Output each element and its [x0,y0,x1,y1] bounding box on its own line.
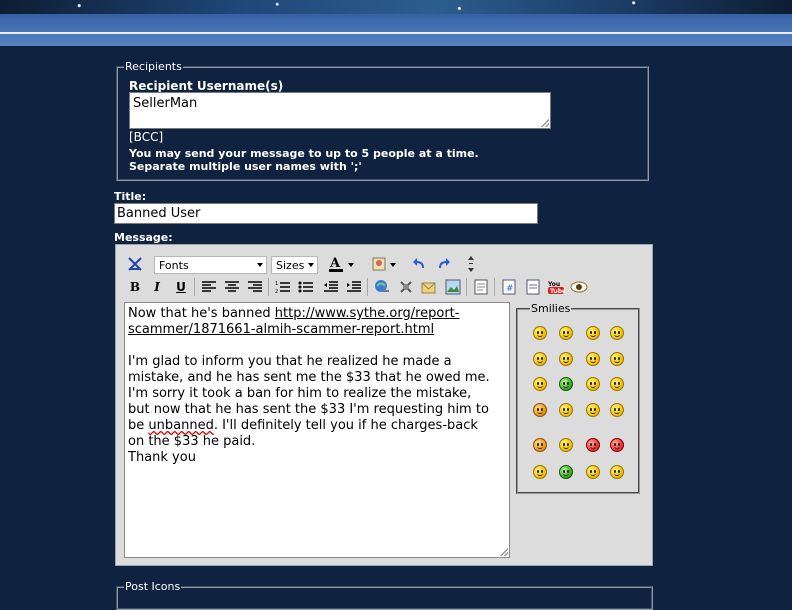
svg-text:Tube: Tube [550,288,565,295]
resize-editor-icon[interactable] [462,255,480,273]
message-label: Message: [114,231,173,244]
smilie-icon[interactable] [610,326,624,340]
toolbar-separator [466,278,467,296]
align-center-icon[interactable] [223,278,241,296]
smilie-icon[interactable] [610,377,624,391]
insert-picture-icon[interactable] [444,278,462,296]
smilie-icon[interactable] [586,465,600,479]
image-dropdown-icon[interactable] [388,255,398,273]
site-banner [0,0,792,46]
smilies-legend: Smilies [531,302,571,315]
smilie-icon[interactable] [559,326,573,340]
smilie-icon[interactable] [559,377,573,391]
recipients-limit-note: You may send your message to up to 5 peo… [129,147,479,160]
title-input[interactable]: Banned User [114,203,538,224]
smilie-icon[interactable] [586,326,600,340]
remove-format-icon[interactable] [126,255,144,273]
underline-button[interactable]: U [172,278,190,296]
message-line: be unbanned. I'll definitely tell you if… [128,418,478,433]
toolbar-separator [367,278,368,296]
message-line: on the $33 he paid. [128,434,256,449]
recipients-separator-note: Separate multiple user names with ';' [129,160,362,173]
message-line: scammer/1871661-almih-scammer-report.htm… [128,322,435,337]
message-textarea[interactable]: Now that he's banned http://www.sythe.or… [124,302,510,558]
message-line: Thank you [128,450,196,465]
wrap-quote-icon[interactable] [472,278,490,296]
redo-icon[interactable] [434,255,452,273]
toolbar-separator [194,278,195,296]
smilie-icon[interactable] [533,403,547,417]
remove-link-icon[interactable] [397,278,415,296]
toolbar-separator [268,278,269,296]
insert-image-icon[interactable] [370,255,388,273]
recipient-username-label: Recipient Username(s) [129,79,284,93]
svg-text:#: # [506,284,514,294]
bcc-link[interactable]: [BCC] [129,130,163,144]
smilie-icon[interactable] [533,377,547,391]
post-icons-fieldset: Post Icons [116,580,653,610]
smilie-icon[interactable] [533,326,547,340]
message-line: mistake, and he has sent me the $33 that… [128,370,490,385]
svg-text:1: 1 [275,281,278,287]
align-right-icon[interactable] [246,278,264,296]
smilie-icon[interactable] [610,465,624,479]
message-line: but now that he has sent the $33 I'm req… [128,402,489,417]
toolbar-separator [494,278,495,296]
wrap-code-icon[interactable]: # [500,278,518,296]
align-left-icon[interactable] [200,278,218,296]
message-line: I'm sorry it took a ban for him to reali… [128,386,472,401]
svg-text:A: A [329,256,341,271]
font-color-icon[interactable]: A [327,255,345,273]
wrap-php-icon[interactable] [524,278,542,296]
smilie-icon[interactable] [559,352,573,366]
smilie-icon[interactable] [533,438,547,452]
space-header-image [0,0,792,14]
message-line: I'm glad to inform you that he realized … [128,354,452,369]
indent-icon[interactable] [345,278,363,296]
smilie-icon[interactable] [559,465,573,479]
insert-link-icon[interactable] [373,278,391,296]
smilie-icon[interactable] [586,352,600,366]
undo-icon[interactable] [411,255,429,273]
smilie-icon[interactable] [533,352,547,366]
unordered-list-icon[interactable] [297,278,315,296]
bold-button[interactable]: B [126,278,144,296]
ordered-list-icon[interactable]: 12 [274,278,292,296]
message-line: Now that he's banned http://www.sythe.or… [128,306,460,321]
recipient-username-input[interactable]: SellerMan [129,92,551,129]
title-value: Banned User [117,206,201,221]
smilie-icon[interactable] [610,438,624,452]
smilie-icon[interactable] [586,377,600,391]
smilie-icon[interactable] [559,403,573,417]
resize-grip-icon[interactable] [541,119,549,127]
preview-eye-icon[interactable] [570,278,588,296]
smilie-icon[interactable] [533,465,547,479]
banner-divider [0,32,792,34]
smilie-icon[interactable] [586,403,600,417]
smilie-icon[interactable] [610,352,624,366]
font-select[interactable]: Fonts [154,256,267,274]
smilie-icon[interactable] [586,438,600,452]
smilie-icon[interactable] [559,438,573,452]
recipient-username-value: SellerMan [133,96,198,111]
smilie-icon[interactable] [610,403,624,417]
italic-button[interactable]: I [148,278,166,296]
outdent-icon[interactable] [322,278,340,296]
font-color-dropdown-icon[interactable] [346,255,356,273]
title-label: Title: [114,190,147,203]
youtube-icon[interactable]: You Tube [547,278,565,296]
message-blank-line [128,338,506,354]
svg-text:2: 2 [275,289,278,294]
recipients-legend: Recipients [125,60,182,73]
insert-email-icon[interactable] [420,278,438,296]
size-select[interactable]: Sizes [271,256,318,274]
svg-text:You: You [547,281,560,288]
resize-grip-icon[interactable] [500,548,508,556]
